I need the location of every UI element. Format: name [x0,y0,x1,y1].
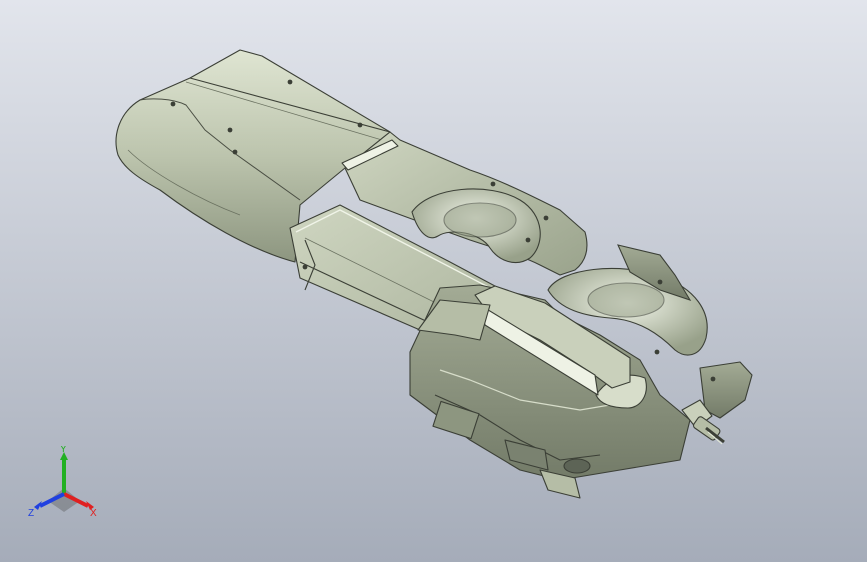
graphics-viewport[interactable]: Y X Z [0,0,867,562]
x-axis-label: X [90,508,97,519]
z-axis-label: Z [28,508,34,519]
muzzle[interactable] [681,361,753,445]
thumbhole-ring-rear[interactable] [411,188,541,263]
view-orientation-triad[interactable]: Y X Z [24,446,104,526]
3d-model-p90[interactable] [0,0,867,562]
y-axis-label: Y [60,446,67,455]
